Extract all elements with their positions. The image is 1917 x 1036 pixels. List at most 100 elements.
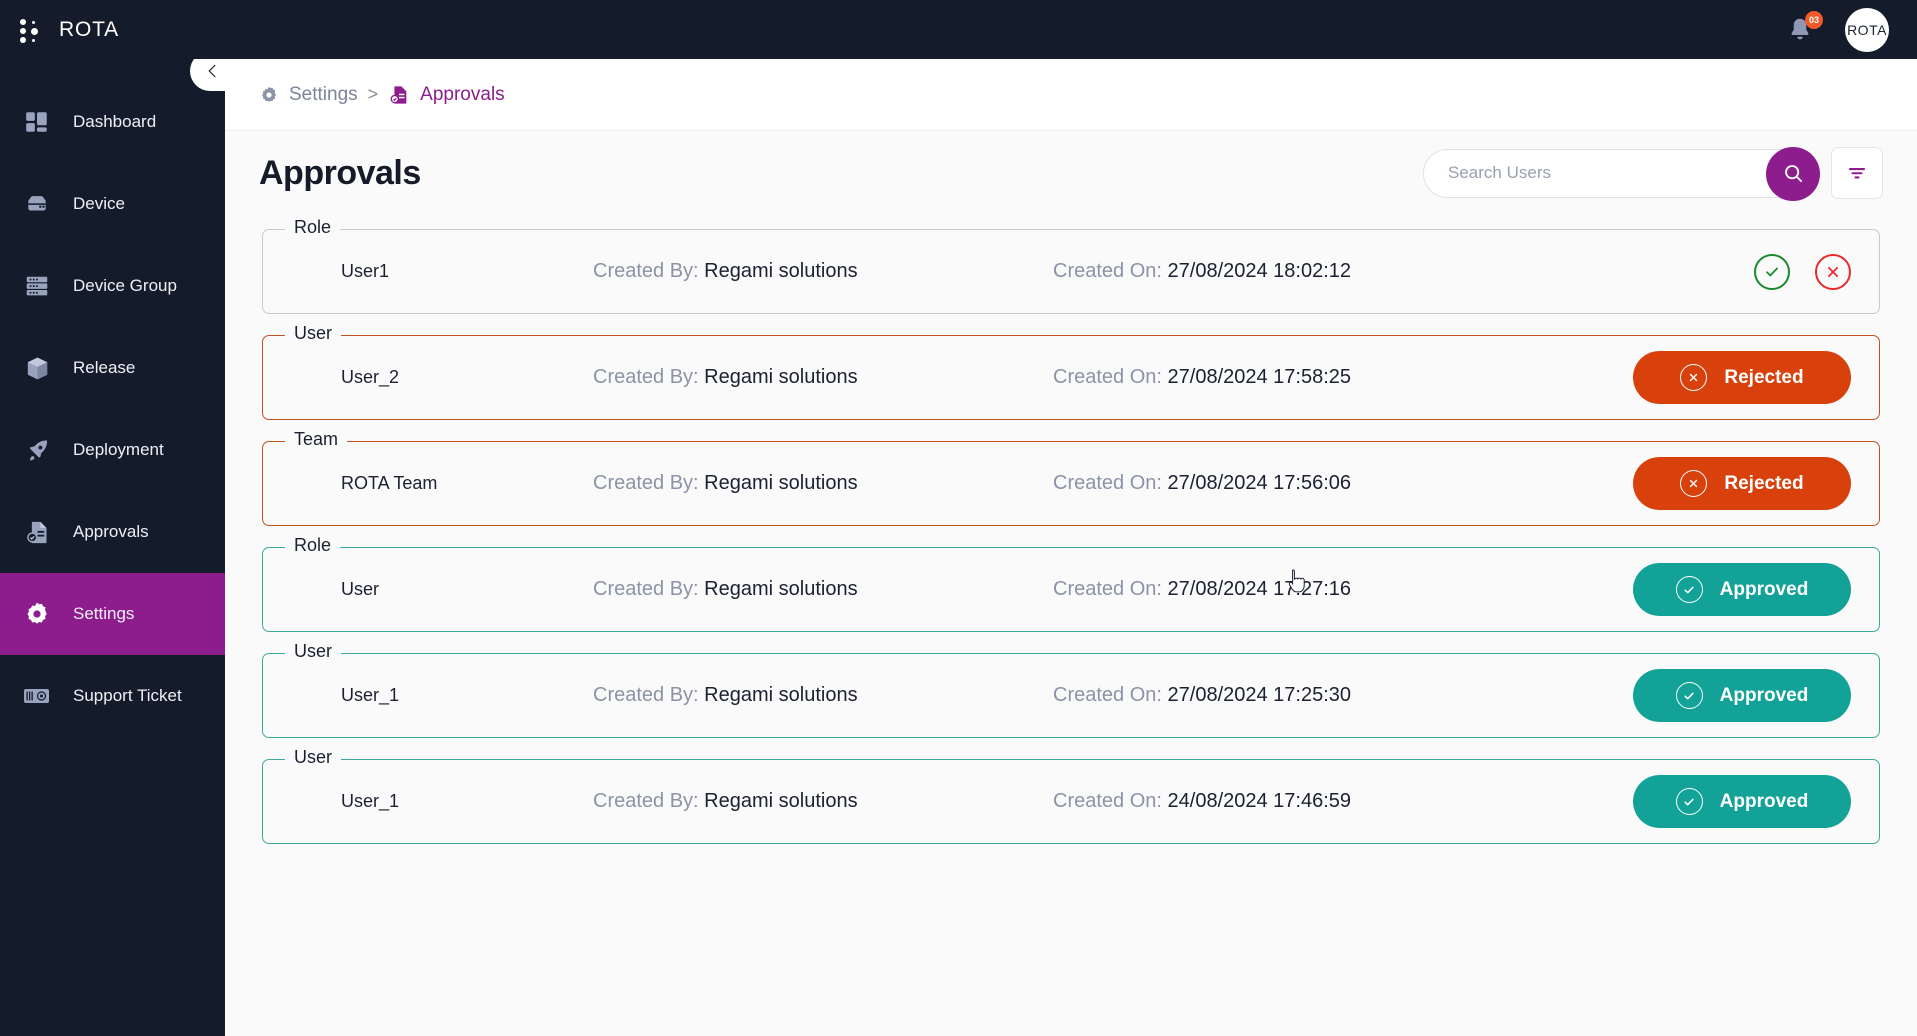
sidebar-item-deployment[interactable]: Deployment <box>0 409 225 491</box>
search-icon <box>1782 162 1805 185</box>
approval-card[interactable]: UserUser_2Created By: Regami solutionsCr… <box>262 335 1880 420</box>
created-on-cell: Created On: 27/08/2024 17:27:16 <box>1053 578 1533 601</box>
brand-name: ROTA <box>59 18 119 42</box>
sidebar-item-label: Release <box>73 358 135 378</box>
approval-card[interactable]: RoleUserCreated By: Regami solutionsCrea… <box>262 547 1880 632</box>
sidebar-item-device[interactable]: Device <box>0 163 225 245</box>
header-tools <box>1423 147 1883 199</box>
breadcrumb-item-settings[interactable]: Settings <box>259 84 358 106</box>
created-on-label: Created On: <box>1053 472 1162 494</box>
notifications-button[interactable]: 03 <box>1785 14 1815 46</box>
approve-button[interactable] <box>1754 254 1790 290</box>
approval-type-legend: Team <box>285 429 347 450</box>
created-on-value: 27/08/2024 17:56:06 <box>1168 472 1352 494</box>
approval-type-legend: Role <box>285 535 340 556</box>
sidebar-item-support-ticket[interactable]: Support Ticket <box>0 655 225 737</box>
check-icon <box>1676 576 1703 603</box>
device-group-icon <box>22 271 52 301</box>
filter-button[interactable] <box>1831 147 1883 199</box>
brand-block[interactable]: ROTA <box>0 17 225 43</box>
sidebar-item-approvals[interactable]: Approvals <box>0 491 225 573</box>
close-icon <box>1824 263 1842 281</box>
search-button[interactable] <box>1766 147 1820 201</box>
approval-actions: Approved <box>1633 563 1879 616</box>
created-on-label: Created On: <box>1053 578 1162 600</box>
approval-actions: Rejected <box>1633 351 1879 404</box>
app-menu-dots-icon[interactable] <box>20 17 42 43</box>
search-box <box>1423 149 1815 198</box>
created-on-value: 27/08/2024 18:02:12 <box>1168 260 1352 282</box>
created-on-value: 24/08/2024 17:46:59 <box>1168 790 1352 812</box>
status-label: Approved <box>1720 579 1809 601</box>
created-by-label: Created By: <box>593 684 699 706</box>
created-on-value: 27/08/2024 17:25:30 <box>1168 684 1352 706</box>
rocket-icon <box>22 435 52 465</box>
created-by-cell: Created By: Regami solutions <box>593 472 1053 495</box>
page-title: Approvals <box>259 154 421 193</box>
created-by-label: Created By: <box>593 790 699 812</box>
created-on-cell: Created On: 27/08/2024 17:58:25 <box>1053 366 1533 389</box>
approval-actions: Approved <box>1633 775 1879 828</box>
gear-icon <box>22 599 52 629</box>
status-label: Approved <box>1720 685 1809 707</box>
created-by-label: Created By: <box>593 366 699 388</box>
status-badge-rejected[interactable]: Rejected <box>1633 351 1851 404</box>
sidebar-item-dashboard[interactable]: Dashboard <box>0 81 225 163</box>
sidebar-item-label: Approvals <box>73 522 149 542</box>
status-badge-approved[interactable]: Approved <box>1633 775 1851 828</box>
created-by-cell: Created By: Regami solutions <box>593 366 1053 389</box>
approval-card[interactable]: UserUser_1Created By: Regami solutionsCr… <box>262 759 1880 844</box>
created-by-value: Regami solutions <box>704 790 857 812</box>
status-label: Rejected <box>1724 473 1803 495</box>
approval-type-legend: User <box>285 747 341 768</box>
check-icon <box>1763 263 1781 281</box>
status-label: Approved <box>1720 791 1809 813</box>
approval-type-legend: User <box>285 641 341 662</box>
sidebar-item-label: Settings <box>73 604 134 624</box>
sidebar-item-label: Device Group <box>73 276 177 296</box>
sidebar-item-label: Support Ticket <box>73 686 182 706</box>
approval-type-legend: User <box>285 323 341 344</box>
sidebar-item-settings[interactable]: Settings <box>0 573 225 655</box>
sidebar-item-device-group[interactable]: Device Group <box>0 245 225 327</box>
approvals-list: RoleUser1Created By: Regami solutionsCre… <box>225 215 1917 1036</box>
status-badge-rejected[interactable]: Rejected <box>1633 457 1851 510</box>
status-label: Rejected <box>1724 367 1803 389</box>
notification-badge: 03 <box>1805 11 1823 29</box>
sidebar-item-label: Device <box>73 194 125 214</box>
approval-card[interactable]: RoleUser1Created By: Regami solutionsCre… <box>262 229 1880 314</box>
created-on-label: Created On: <box>1053 366 1162 388</box>
created-by-value: Regami solutions <box>704 684 857 706</box>
check-icon <box>1676 682 1703 709</box>
close-icon <box>1680 470 1707 497</box>
created-by-cell: Created By: Regami solutions <box>593 790 1053 813</box>
created-by-cell: Created By: Regami solutions <box>593 684 1053 707</box>
status-badge-approved[interactable]: Approved <box>1633 563 1851 616</box>
ticket-icon <box>22 681 52 711</box>
breadcrumb-current-label: Approvals <box>420 84 505 106</box>
created-on-cell: Created On: 24/08/2024 17:46:59 <box>1053 790 1533 813</box>
check-icon <box>1676 788 1703 815</box>
created-on-label: Created On: <box>1053 684 1162 706</box>
created-by-label: Created By: <box>593 472 699 494</box>
search-input[interactable] <box>1423 149 1815 198</box>
reject-button[interactable] <box>1815 254 1851 290</box>
approval-card[interactable]: UserUser_1Created By: Regami solutionsCr… <box>262 653 1880 738</box>
approvals-doc-icon <box>388 84 410 106</box>
breadcrumb-item-approvals[interactable]: Approvals <box>388 84 505 106</box>
approval-card[interactable]: TeamROTA TeamCreated By: Regami solution… <box>262 441 1880 526</box>
device-icon <box>22 189 52 219</box>
created-on-value: 27/08/2024 17:58:25 <box>1168 366 1352 388</box>
approval-name: User_1 <box>263 791 593 812</box>
status-badge-approved[interactable]: Approved <box>1633 669 1851 722</box>
sidebar-item-release[interactable]: Release <box>0 327 225 409</box>
avatar[interactable]: ROTA <box>1845 8 1889 52</box>
approval-name: User <box>263 579 593 600</box>
main-content: Settings > Approvals Approvals <box>225 59 1917 1036</box>
release-box-icon <box>22 353 52 383</box>
chevron-left-icon <box>204 62 222 80</box>
breadcrumb: Settings > Approvals <box>225 59 1917 130</box>
breadcrumb-separator: > <box>368 84 379 105</box>
created-on-label: Created On: <box>1053 260 1162 282</box>
approval-name: ROTA Team <box>263 473 593 494</box>
